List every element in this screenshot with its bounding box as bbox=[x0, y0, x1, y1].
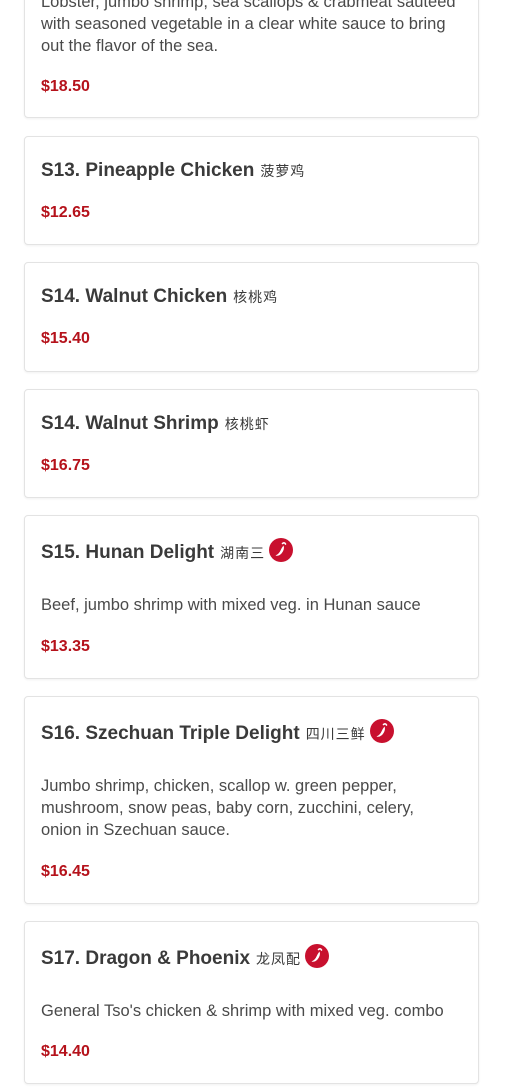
menu-item-description: Beef, jumbo shrimp with mixed veg. in Hu… bbox=[41, 596, 421, 614]
menu-item-description: Lobster, jumbo shrimp, sea scallops & cr… bbox=[41, 0, 456, 55]
menu-list: Lobster, jumbo shrimp, sea scallops & cr… bbox=[0, 0, 510, 1090]
menu-item-card[interactable]: S15. Hunan Delight 湖南三 Beef, jumbo shrimp… bbox=[24, 515, 479, 679]
menu-item-card[interactable]: S14. Walnut Shrimp 核桃虾 $16.75 bbox=[24, 389, 479, 498]
menu-item-card[interactable]: S16. Szechuan Triple Delight 四川三鲜 Jumbo s… bbox=[24, 696, 479, 904]
menu-item-chinese-name: 菠萝鸡 bbox=[260, 163, 306, 179]
menu-item-name: S14. Walnut Chicken bbox=[41, 286, 228, 307]
menu-item-title: S15. Hunan Delight 湖南三 bbox=[41, 538, 294, 565]
menu-item-name: S17. Dragon & Phoenix bbox=[41, 948, 251, 969]
menu-item-card[interactable]: S14. Walnut Chicken 核桃鸡 $15.40 bbox=[24, 262, 479, 372]
chili-pepper-icon bbox=[369, 719, 394, 743]
chili-pepper-icon bbox=[305, 944, 330, 968]
chili-pepper-icon bbox=[269, 538, 294, 562]
menu-item-description: Jumbo shrimp, chicken, scallop w. green … bbox=[41, 777, 414, 839]
menu-item-price: $14.40 bbox=[41, 1043, 90, 1060]
menu-item-chinese-name: 核桃鸡 bbox=[233, 289, 279, 305]
menu-item-name: S16. Szechuan Triple Delight bbox=[41, 723, 300, 744]
menu-item-title: S16. Szechuan Triple Delight 四川三鲜 bbox=[41, 719, 394, 746]
menu-item-name: S14. Walnut Shrimp bbox=[41, 413, 219, 434]
menu-item-price: $16.45 bbox=[41, 863, 90, 880]
menu-item-price: $18.50 bbox=[41, 78, 90, 95]
menu-item-card[interactable]: S17. Dragon & Phoenix 龙凤配 General Tso's c… bbox=[24, 921, 479, 1084]
menu-item-title: S14. Walnut Shrimp 核桃虾 bbox=[41, 412, 270, 436]
menu-item-title: S14. Walnut Chicken 核桃鸡 bbox=[41, 285, 278, 309]
menu-item-name: S15. Hunan Delight bbox=[41, 542, 215, 563]
menu-item-name: S13. Pineapple Chicken bbox=[41, 160, 255, 181]
menu-item-title: S17. Dragon & Phoenix 龙凤配 bbox=[41, 944, 330, 971]
menu-item-description: General Tso's chicken & shrimp with mixe… bbox=[41, 1002, 444, 1020]
menu-item-price: $13.35 bbox=[41, 638, 90, 655]
menu-item-card[interactable]: Lobster, jumbo shrimp, sea scallops & cr… bbox=[24, 0, 479, 118]
menu-item-chinese-name: 四川三鲜 bbox=[305, 726, 366, 742]
menu-item-price: $16.75 bbox=[41, 457, 90, 474]
menu-item-price: $15.40 bbox=[41, 330, 90, 347]
menu-item-chinese-name: 湖南三 bbox=[220, 545, 266, 561]
menu-item-chinese-name: 核桃虾 bbox=[224, 416, 270, 432]
menu-item-card[interactable]: S13. Pineapple Chicken 菠萝鸡 $12.65 bbox=[24, 136, 479, 245]
menu-item-chinese-name: 龙凤配 bbox=[256, 951, 302, 967]
menu-item-title: S13. Pineapple Chicken 菠萝鸡 bbox=[41, 159, 305, 183]
menu-item-price: $12.65 bbox=[41, 204, 90, 221]
